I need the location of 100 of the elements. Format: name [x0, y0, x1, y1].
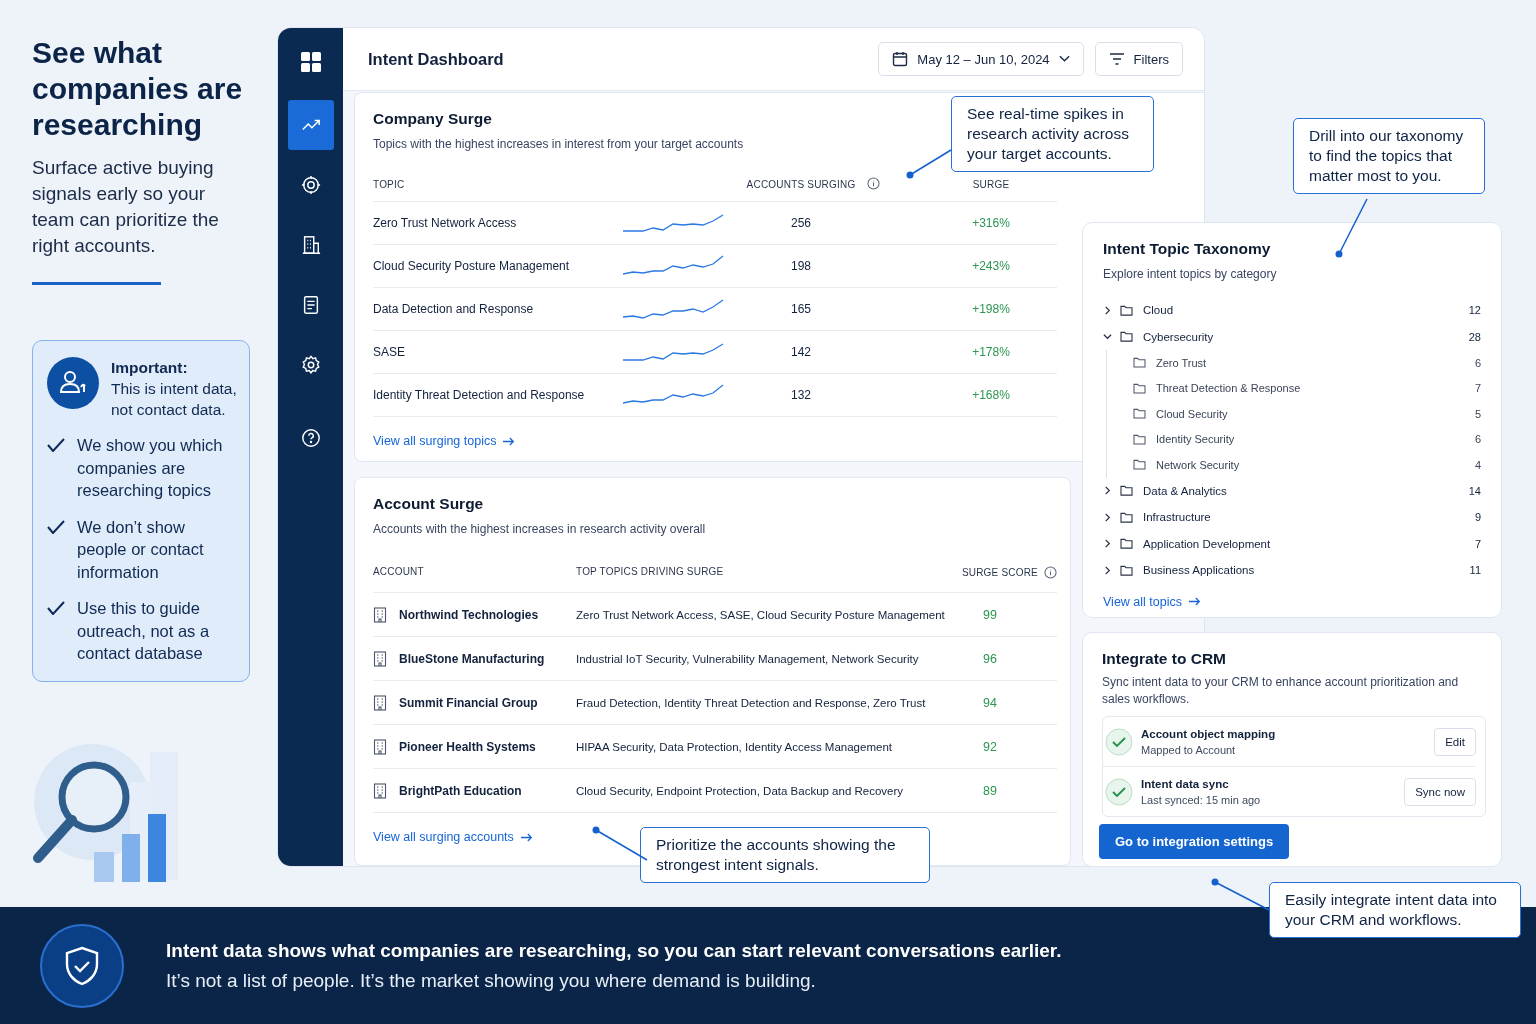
chevron-down-icon: [1058, 55, 1070, 63]
trend-nav-item[interactable]: [287, 100, 334, 150]
tree-item[interactable]: Identity Security 6: [1133, 426, 1481, 452]
tree-item[interactable]: Threat Detection & Response 7: [1133, 375, 1481, 401]
action-button[interactable]: Sync now: [1404, 777, 1476, 806]
topic-count: 14: [1467, 484, 1481, 497]
leader-line: [906, 149, 952, 179]
intro-text: Surface active buying signals early so your team can prioritize the right accounts.: [32, 156, 220, 258]
column-header: TOPIC: [373, 179, 406, 190]
callout: See real-time spikes in research activity across your target accounts.: [951, 96, 1154, 172]
help-icon: [300, 428, 321, 448]
settings-icon: [300, 355, 321, 375]
chevron-icon[interactable]: [1103, 565, 1112, 575]
score-cell-text: 94: [982, 695, 998, 710]
folder-icon: [1120, 564, 1133, 576]
score-cell-text: 96: [982, 651, 998, 666]
category-label: Business Applications: [1143, 564, 1256, 577]
leader-line: [592, 826, 648, 861]
filters-button[interactable]: Filters: [1094, 42, 1183, 76]
arrow-right-icon: [520, 832, 533, 842]
view-all-topics-link[interactable]: View all topics: [1103, 594, 1201, 609]
topic-count: 28: [1467, 330, 1481, 343]
person-icon: [47, 357, 99, 409]
accounts-cell-text: 132: [790, 388, 812, 402]
leader-line: [1335, 198, 1368, 258]
topic-count: 4: [1473, 458, 1481, 471]
card-title: Intent Topic Taxonomy: [1103, 240, 1271, 258]
tree-item[interactable]: Cloud Security 5: [1133, 401, 1481, 427]
tree-item[interactable]: Application Development 7: [1103, 530, 1481, 557]
card-title: Integrate to CRM: [1102, 650, 1226, 668]
arrow-right-icon: [503, 436, 516, 446]
category-label: Data & Analytics: [1143, 484, 1228, 497]
point-text: We show you which companies are researching topics: [77, 435, 224, 501]
magnifier-icon: [33, 761, 130, 863]
info-icon[interactable]: [867, 177, 880, 190]
folder-icon: [1120, 511, 1133, 523]
tree-item[interactable]: Network Security 4: [1133, 452, 1481, 478]
date-range-button[interactable]: May 12 – Jun 10, 2024: [878, 42, 1084, 76]
callout: Drill into our taxonomy to find the topics that matter most to you.: [1293, 118, 1485, 194]
topic-cell-text: Data Detection and Response: [373, 302, 535, 316]
account-cell: Pioneer Health Systems: [399, 739, 536, 754]
category-label: Infrastructure: [1143, 511, 1212, 524]
account-cell: Summit Financial Group: [399, 695, 538, 710]
card-subtitle: Accounts with the highest increases in research activity overall: [373, 522, 706, 536]
tree-item[interactable]: Infrastructure 9: [1103, 504, 1481, 531]
tree-item[interactable]: Cybersecurity 28: [1103, 323, 1481, 350]
tree-item[interactable]: Business Applications 11: [1103, 557, 1481, 584]
topic-cell-text: Identity Threat Detection and Response: [373, 388, 586, 402]
topic-count: 5: [1473, 407, 1481, 420]
bar: [94, 851, 114, 882]
info-icon[interactable]: [1044, 566, 1057, 579]
topics-cell-text: Cloud Security, Endpoint Protection, Data Backup and Recovery: [576, 784, 905, 797]
folder-icon: [1133, 357, 1146, 369]
tree-item[interactable]: Data & Analytics 14: [1103, 477, 1481, 504]
chevron-icon[interactable]: [1103, 486, 1112, 496]
integration-title: Account object mapping: [1141, 727, 1277, 740]
integration-settings-button[interactable]: Go to integration settings: [1099, 824, 1290, 859]
score-cell-text: 89: [982, 783, 998, 798]
card-subtitle: Explore intent topics by category: [1103, 267, 1277, 281]
building-icon: [373, 782, 387, 799]
folder-icon: [1133, 408, 1146, 420]
topic-cell-text: Zero Trust Network Access: [373, 216, 518, 230]
folder-icon: [1120, 331, 1133, 343]
card-subtitle: Sync intent data to your CRM to enhance account prioritization and sales workflows.: [1102, 674, 1460, 708]
point-text: Use this to guide outreach, not as a contact database: [77, 598, 211, 664]
banner-text: It’s not a list of people. It’s the market showing you where demand is building.: [166, 969, 817, 992]
account-cell: BlueStone Manufacturing: [399, 651, 545, 666]
chevron-icon[interactable]: [1103, 305, 1112, 315]
callout: Easily integrate intent data into your CRM and workflows.: [1269, 882, 1521, 938]
subcategory-label: Threat Detection & Response: [1156, 382, 1302, 395]
bar: [122, 833, 140, 882]
topics-cell-text: Industrial IoT Security, Vulnerability Management, Network Security: [576, 652, 920, 665]
tree-item[interactable]: Cloud 12: [1103, 297, 1481, 324]
integration-title: Intent data sync: [1141, 777, 1230, 790]
notice-text: This is intent data, not contact data.: [111, 379, 237, 420]
dashboard-title: Intent Dashboard: [368, 49, 504, 69]
topic-count: 9: [1473, 511, 1481, 524]
chevron-icon[interactable]: [1103, 512, 1112, 522]
point-text: We don’t show people or contact information: [77, 516, 205, 583]
building-icon: [373, 694, 387, 711]
topic-count: 6: [1473, 356, 1481, 369]
accounts-cell-text: 198: [790, 259, 812, 273]
view-accounts-link[interactable]: View all surging accounts: [373, 830, 533, 844]
chevron-icon[interactable]: [1103, 539, 1112, 549]
score-cell-text: 92: [982, 739, 998, 754]
surge-cell-text: +198%: [971, 302, 1011, 316]
target-icon: [300, 175, 321, 195]
column-header: TOP TOPICS DRIVING SURGE: [576, 566, 725, 577]
view-topics-link[interactable]: View all surging topics: [373, 434, 516, 448]
subcategory-label: Network Security: [1156, 458, 1241, 471]
folder-icon: [1120, 304, 1133, 316]
surge-cell-text: +178%: [971, 345, 1011, 359]
topic-count: 7: [1473, 382, 1481, 395]
action-button[interactable]: Edit: [1434, 727, 1476, 756]
column-header: SURGE SCORE: [961, 567, 1038, 578]
integration-detail: Mapped to Account: [1141, 743, 1237, 756]
grid-logo-icon[interactable]: [300, 52, 321, 72]
chevron-icon[interactable]: [1103, 332, 1112, 342]
notice-title: Important:: [111, 358, 189, 378]
tree-item[interactable]: Zero Trust 6: [1133, 350, 1481, 376]
